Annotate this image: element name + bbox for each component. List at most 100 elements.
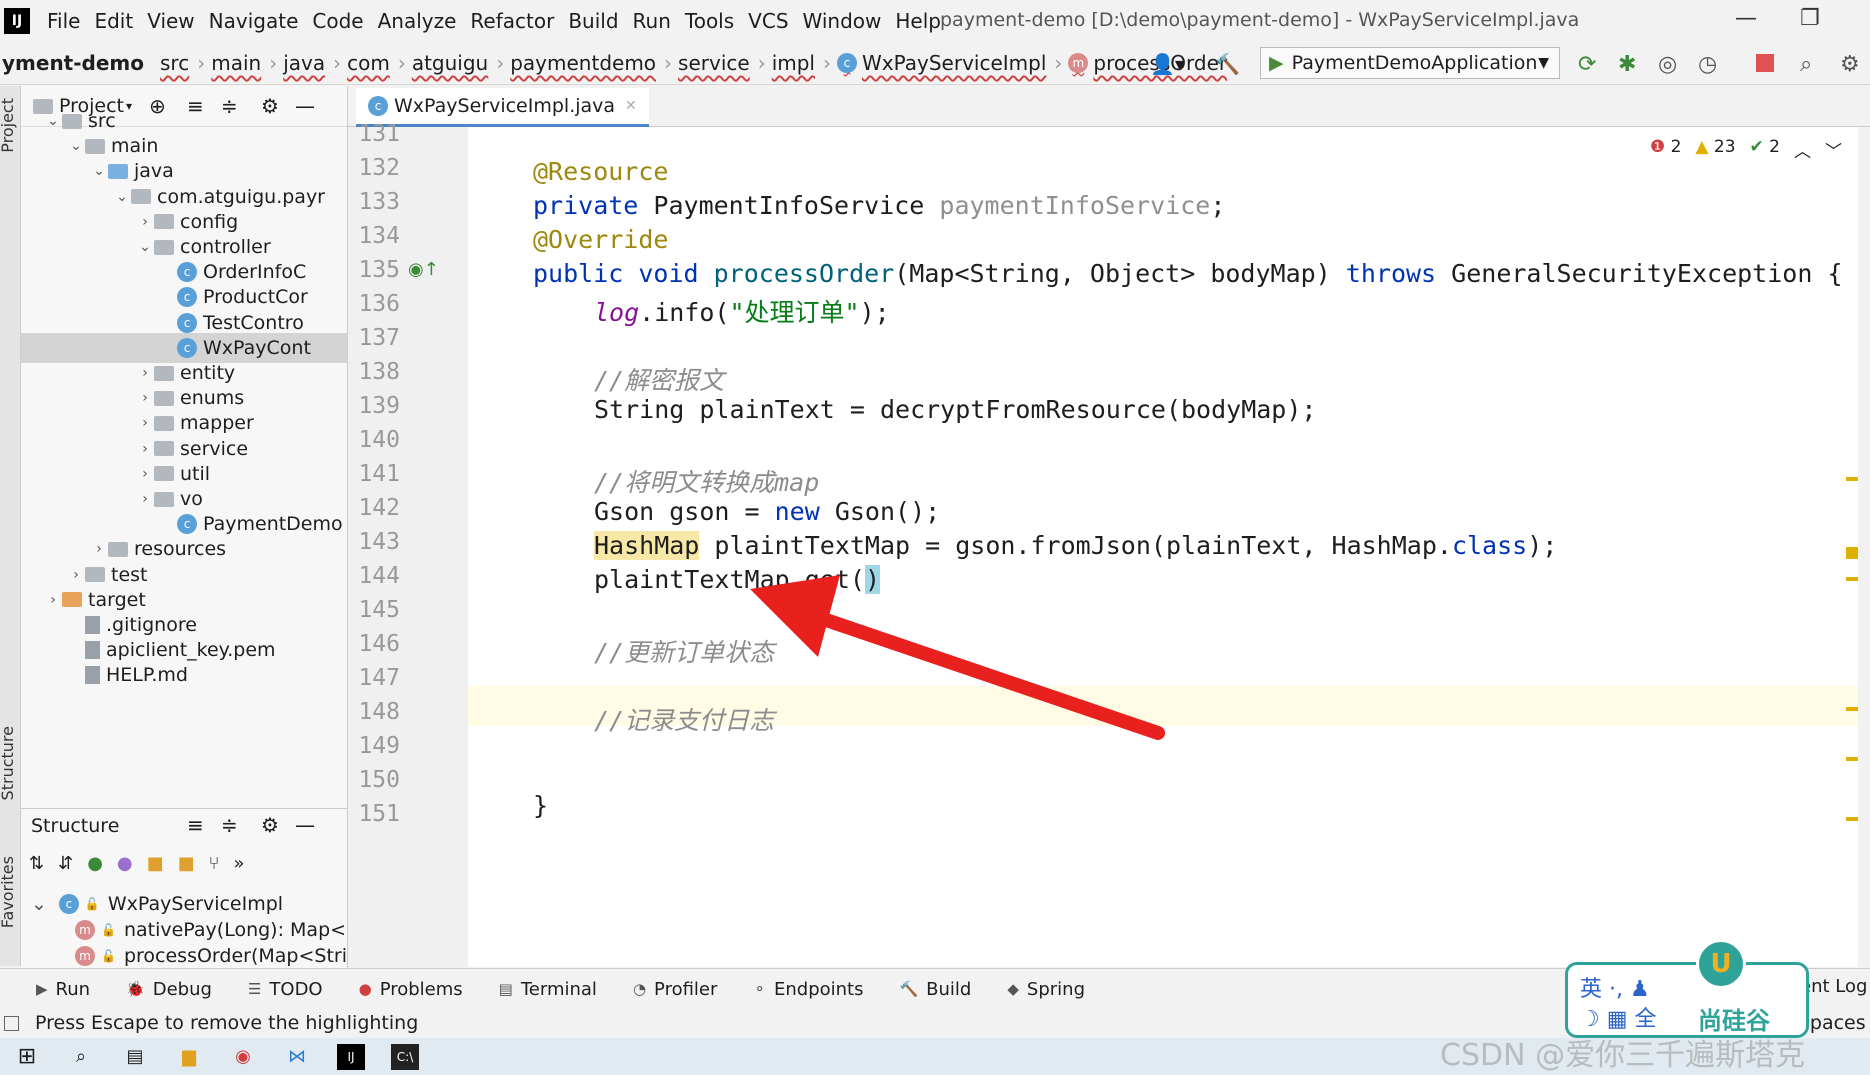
stop-icon[interactable]	[1756, 54, 1774, 72]
menu-window[interactable]: Window	[796, 9, 889, 33]
chevron-right-icon[interactable]: ›	[136, 390, 154, 406]
inherited-icon[interactable]: ●	[87, 853, 103, 874]
more-icon[interactable]: »	[233, 853, 244, 874]
build-hammer-icon[interactable]: 🔨	[1215, 52, 1240, 76]
gear-icon[interactable]: ⚙	[261, 813, 279, 837]
tree-item-label: PaymentDemo	[203, 513, 343, 536]
tool-run[interactable]: ▶ Run	[36, 979, 90, 1000]
breadcrumb-item[interactable]: atguigu	[410, 51, 492, 75]
error-stripe[interactable]	[1846, 277, 1858, 917]
terminal-icon[interactable]: C:\	[391, 1043, 419, 1070]
coverage-icon[interactable]: ◎	[1658, 52, 1677, 77]
menu-analyze[interactable]: Analyze	[371, 9, 464, 33]
status-checkbox-icon[interactable]	[4, 1015, 19, 1031]
chevron-right-icon[interactable]: ›	[136, 415, 154, 431]
menu-bar: IJ File Edit View Navigate Code Analyze Refact…	[0, 0, 1870, 42]
vscode-icon[interactable]: ⋈	[283, 1044, 311, 1070]
fields-icon[interactable]: ■	[147, 853, 164, 874]
maximize-icon[interactable]: ❐	[1800, 6, 1820, 31]
tool-problems[interactable]: ● Problems	[359, 979, 463, 1000]
chevron-right-icon[interactable]: ›	[136, 466, 154, 482]
windows-start-icon[interactable]: ⊞	[13, 1044, 41, 1070]
file-explorer-icon[interactable]: ▆	[175, 1044, 203, 1070]
settings-icon[interactable]: ⚙	[1840, 52, 1860, 77]
menu-view[interactable]: View	[140, 9, 201, 33]
menu-file[interactable]: File	[40, 9, 87, 33]
close-icon[interactable]: ✕	[625, 98, 637, 114]
line-number: 133	[358, 189, 400, 215]
chevron-right-icon[interactable]: ›	[136, 441, 154, 457]
ime-widget[interactable]: 英 ·, ♟ ☽ ▦ 全 U 尚硅谷	[1565, 939, 1809, 1038]
properties-icon[interactable]: ●	[117, 853, 133, 874]
chrome-icon[interactable]: ◉	[229, 1044, 257, 1070]
sort-icon[interactable]: ≡	[187, 813, 204, 837]
task-view-icon[interactable]: ▤	[121, 1044, 149, 1070]
breadcrumb-item[interactable]: com	[345, 51, 394, 75]
chevron-down-icon[interactable]: ⌄	[31, 893, 47, 915]
breadcrumb-item[interactable]: m processOrder	[1066, 51, 1231, 75]
structure-item[interactable]: m 🔓 processOrder(Map<Stri	[75, 941, 347, 969]
user-icon[interactable]: 👤▾	[1150, 52, 1185, 76]
chevron-right-icon[interactable]: ›	[90, 541, 108, 557]
profile-icon[interactable]: ◷	[1698, 52, 1717, 77]
tool-terminal[interactable]: ▤ Terminal	[499, 979, 597, 1000]
tool-debug[interactable]: 🐞 Debug	[126, 979, 212, 1000]
rerun-icon[interactable]: ⟳	[1578, 52, 1596, 77]
tool-label: Build	[926, 978, 972, 1000]
breadcrumb-item[interactable]: src	[158, 51, 193, 75]
debug-icon[interactable]: ✱	[1618, 52, 1636, 77]
project-name[interactable]: yment-demo	[0, 51, 158, 75]
tool-label: Endpoints	[773, 978, 864, 1000]
sort-alpha-icon[interactable]: ⇅	[29, 853, 44, 874]
menu-run[interactable]: Run	[626, 9, 678, 33]
implements-gutter-icon[interactable]: ◉↑	[408, 259, 439, 280]
chevron-down-icon[interactable]: ⌄	[67, 138, 85, 154]
code-editor[interactable]: ❶ 2 ▲ 23 ✔ 2 ︿ ﹀ @Resource private Payme…	[468, 127, 1858, 967]
chevron-right-icon[interactable]: ›	[67, 567, 85, 583]
tree-item[interactable]: HELP.md	[21, 660, 347, 690]
event-log-tool[interactable]: ent Log	[1800, 976, 1867, 997]
chevron-right-icon[interactable]: ›	[136, 365, 154, 381]
tool-build[interactable]: 🔨 Build	[899, 979, 971, 1000]
hide-icon[interactable]: —	[295, 813, 315, 837]
run-configuration-select[interactable]: ▶ PaymentDemoApplication ▼	[1260, 47, 1560, 79]
intellij-taskbar-icon[interactable]: IJ	[337, 1043, 365, 1070]
menu-build[interactable]: Build	[561, 9, 625, 33]
breadcrumb-item[interactable]: service	[676, 51, 754, 75]
menu-vcs[interactable]: VCS	[741, 9, 795, 33]
chevron-right-icon[interactable]: ›	[136, 491, 154, 507]
breadcrumb-item[interactable]: java	[281, 51, 329, 75]
non-public-icon[interactable]: ■	[178, 853, 195, 874]
chevron-right-icon[interactable]: ›	[136, 214, 154, 230]
menu-navigate[interactable]: Navigate	[202, 9, 306, 33]
breadcrumb-item[interactable]: impl	[770, 51, 819, 75]
breadcrumb-item[interactable]: paymentdemo	[508, 51, 660, 75]
chevron-down-icon[interactable]: ⌄	[136, 239, 154, 255]
minimize-icon[interactable]: —	[1735, 6, 1757, 31]
search-icon[interactable]: ⌕	[1800, 52, 1812, 77]
chevron-down-icon[interactable]: ⌄	[90, 163, 108, 179]
folder-icon	[154, 415, 174, 431]
tool-spring[interactable]: ◆ Spring	[1007, 979, 1085, 1000]
menu-refactor[interactable]: Refactor	[463, 9, 561, 33]
chevron-right-icon[interactable]: ›	[44, 592, 62, 608]
method-icon: m	[75, 946, 95, 966]
menu-code[interactable]: Code	[305, 9, 370, 33]
sort-visibility-icon[interactable]: ⇵	[58, 853, 73, 874]
tool-todo[interactable]: ☰ TODO	[248, 979, 323, 1000]
lambdas-icon[interactable]: ⑂	[209, 853, 220, 874]
chevron-down-icon[interactable]: ⌄	[113, 189, 131, 205]
structure-tool-tab[interactable]: Structure	[0, 726, 17, 800]
tool-profiler[interactable]: ◔ Profiler	[633, 979, 717, 1000]
collapse-icon[interactable]: ≑	[221, 813, 238, 837]
project-tool-tab[interactable]: Project	[0, 98, 17, 153]
search-icon[interactable]: ⌕	[67, 1044, 95, 1070]
breadcrumb-item[interactable]: c WxPayServiceImpl	[835, 51, 1050, 75]
spaces-indicator[interactable]: spaces	[1800, 1012, 1866, 1034]
menu-edit[interactable]: Edit	[87, 9, 140, 33]
chevron-down-icon[interactable]: ⌄	[44, 113, 62, 129]
tool-endpoints[interactable]: ⚬ Endpoints	[753, 979, 863, 1000]
breadcrumb-item[interactable]: main	[209, 51, 265, 75]
menu-tools[interactable]: Tools	[678, 9, 741, 33]
favorites-tool-tab[interactable]: Favorites	[0, 856, 17, 928]
